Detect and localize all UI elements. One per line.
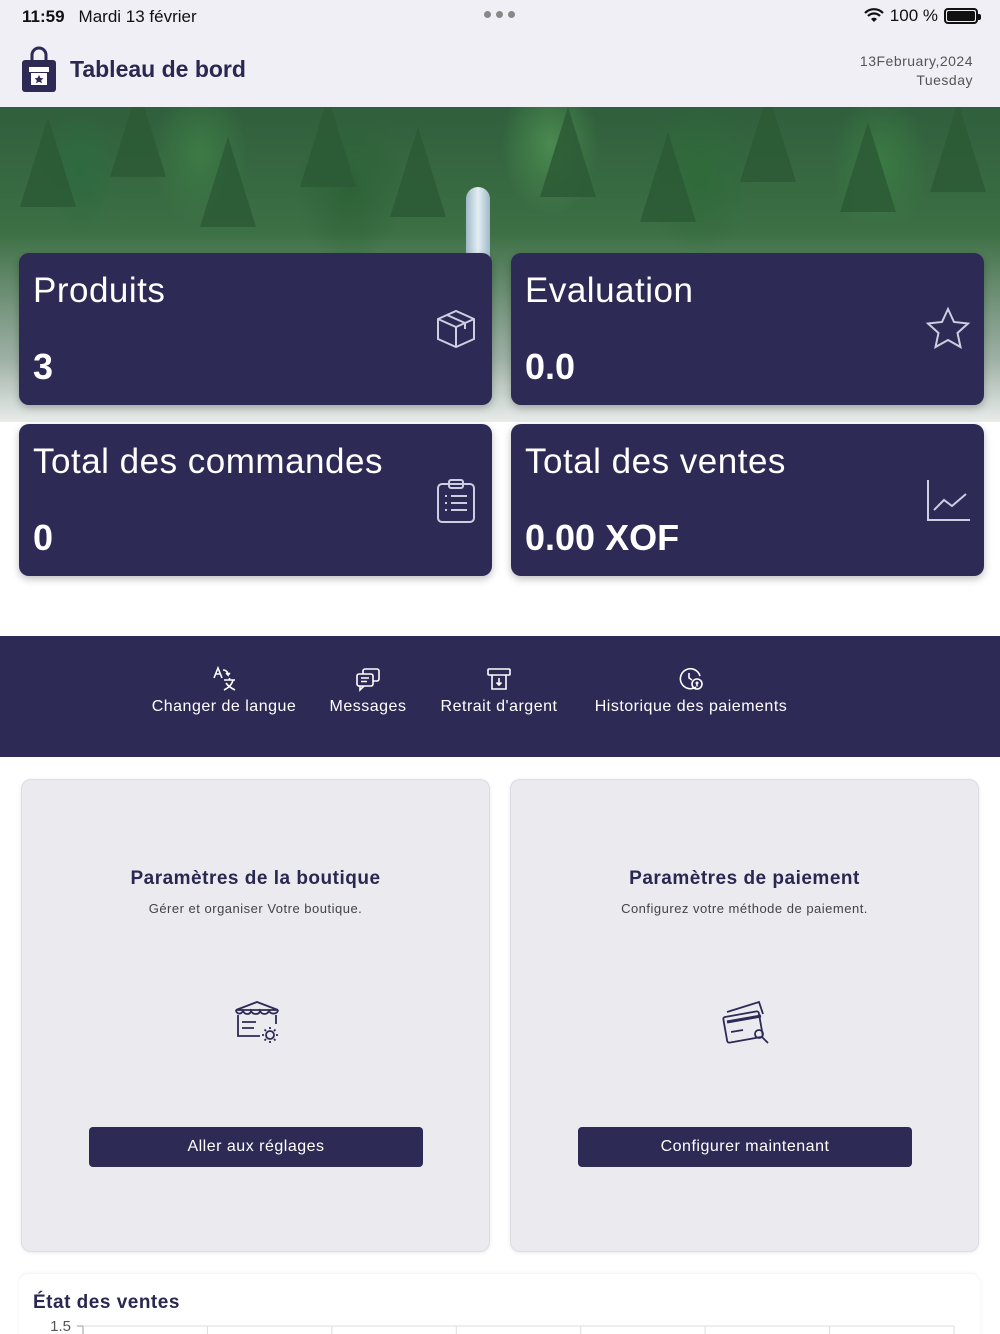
stat-label: Total des ventes [525, 442, 786, 481]
y-tick-label: 1.5 [50, 1318, 71, 1334]
stat-value: 0.0 [525, 346, 576, 387]
sales-chart: 1.5 [50, 1318, 955, 1334]
header-date: 13February,2024 Tuesday [860, 52, 973, 90]
nav-change-language[interactable]: Changer de langue [149, 666, 299, 716]
star-icon [925, 306, 971, 349]
nav-label: Retrait d'argent [440, 698, 558, 715]
battery-percent: 100 % [889, 6, 938, 25]
stat-label: Produits [33, 271, 166, 310]
payment-settings-card: Paramètres de paiement Configurez votre … [510, 779, 979, 1252]
stat-card-rating[interactable]: Evaluation 0.0 [511, 253, 984, 405]
stat-label: Evaluation [525, 271, 694, 310]
card-settings-icon [722, 1000, 769, 1044]
line-chart-icon [927, 480, 970, 521]
go-to-settings-button[interactable]: Aller aux réglages [89, 1127, 423, 1167]
stat-value: 0 [33, 517, 54, 558]
nav-label: Messages [329, 698, 407, 715]
chart-title: État des ventes [33, 1292, 180, 1313]
configure-now-button[interactable]: Configurer maintenant [578, 1127, 912, 1167]
status-bar: 11:59 Mardi 13 février 100 % [0, 0, 1000, 34]
payment-history-icon [679, 667, 703, 690]
card-title: Paramètres de la boutique [130, 868, 381, 889]
card-subtitle: Configurez votre méthode de paiement. [621, 901, 868, 916]
nav-withdraw[interactable]: Retrait d'argent [437, 666, 561, 716]
header-weekday: Tuesday [916, 72, 973, 88]
chat-icon [356, 668, 380, 692]
multitasking-dots-icon[interactable] [484, 11, 515, 18]
nav-label: Changer de langue [151, 698, 297, 715]
stat-card-products[interactable]: Produits 3 [19, 253, 492, 405]
stat-label: Total des commandes [33, 442, 383, 481]
withdraw-icon [487, 668, 511, 690]
wifi-icon [864, 8, 884, 22]
header-date-text: 13February,2024 [859, 53, 973, 69]
page-title: Tableau de bord [70, 56, 246, 82]
nav-payment-history[interactable]: Historique des paiements [590, 666, 792, 716]
shop-settings-icon [235, 1001, 279, 1043]
box-icon [437, 309, 475, 349]
stat-value: 0.00 XOF [525, 517, 680, 558]
status-date: Mardi 13 février [78, 7, 197, 26]
card-subtitle: Gérer et organiser Votre boutique. [148, 901, 363, 916]
translate-icon [213, 666, 236, 691]
stat-value: 3 [33, 346, 54, 387]
app-header: Tableau de bord 13February,2024 Tuesday [0, 34, 1000, 107]
card-title: Paramètres de paiement [629, 868, 860, 889]
quick-nav-bar: Changer de langue Messages Retrait d'arg… [0, 636, 1000, 757]
stat-card-sales[interactable]: Total des ventes 0.00 XOF [511, 424, 984, 576]
stat-card-orders[interactable]: Total des commandes 0 [19, 424, 492, 576]
status-time: 11:59 [22, 7, 65, 26]
sales-chart-card: État des ventes 1.5 [19, 1274, 980, 1334]
shop-bag-logo-icon [22, 46, 56, 92]
battery-icon [944, 8, 981, 24]
nav-messages[interactable]: Messages [328, 666, 408, 716]
clipboard-list-icon [437, 479, 475, 523]
shop-settings-card: Paramètres de la boutique Gérer et organ… [21, 779, 490, 1252]
nav-label: Historique des paiements [594, 698, 788, 715]
